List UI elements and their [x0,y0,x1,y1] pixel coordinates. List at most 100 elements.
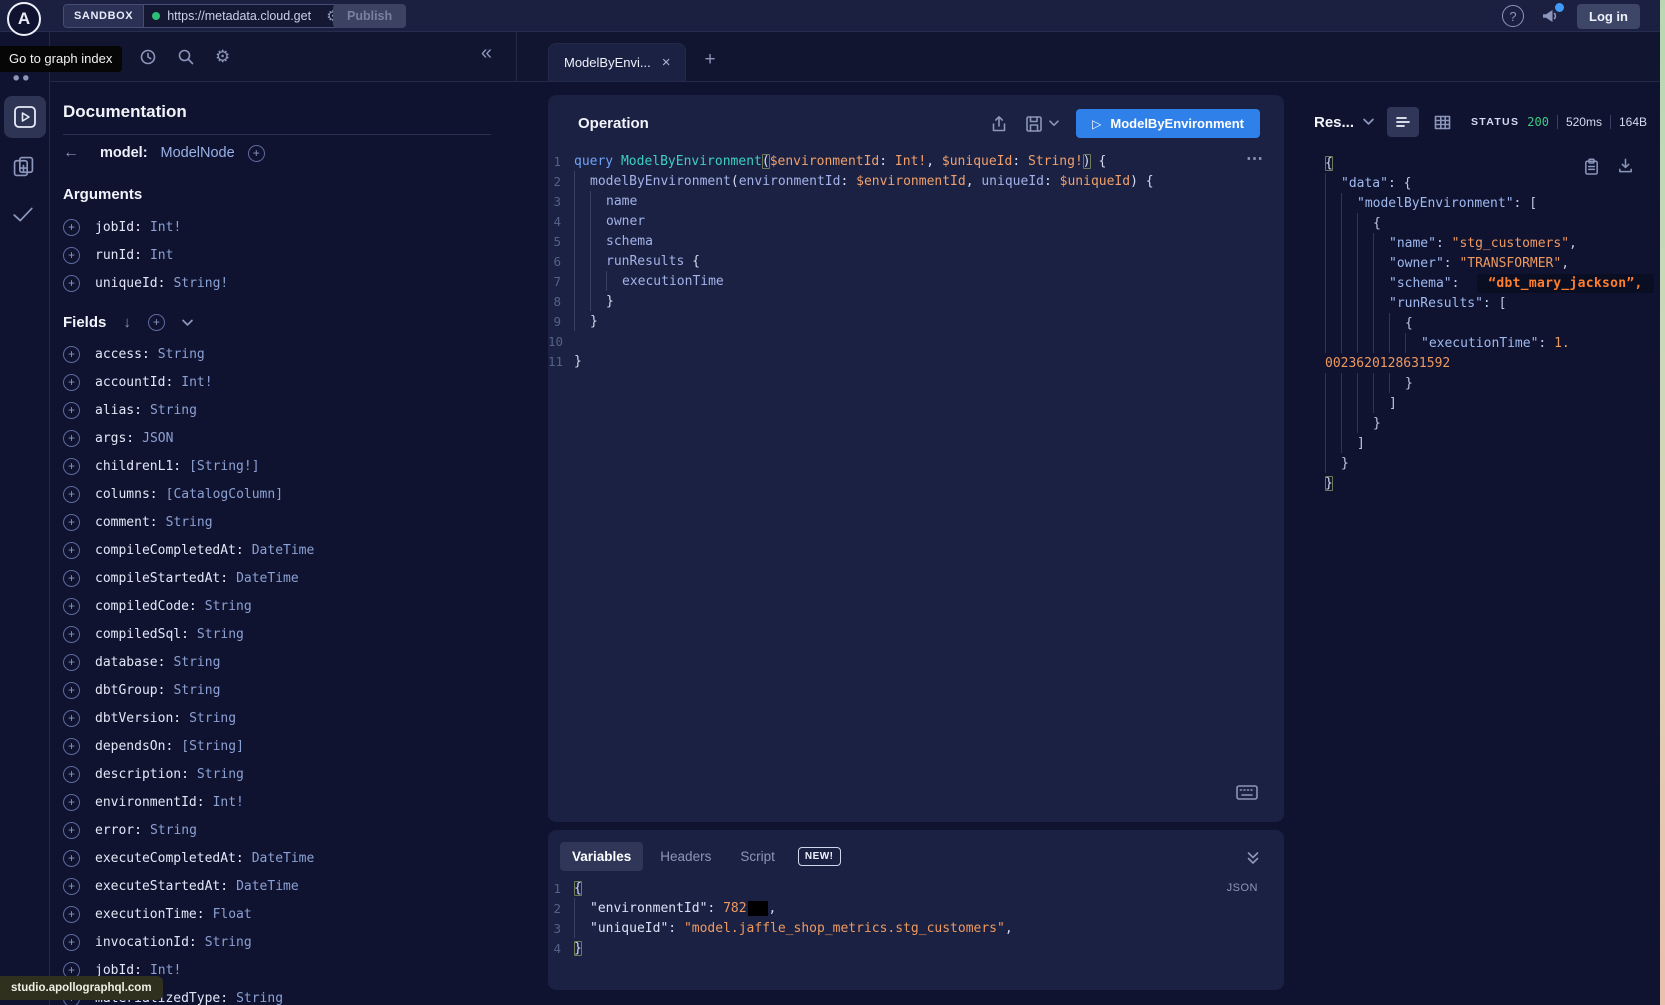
publish-button[interactable]: Publish [333,4,406,28]
code-line[interactable]: 1query ModelByEnvironment($environmentId… [548,151,1284,171]
field-name[interactable]: dependsOn: [95,739,173,754]
field-type[interactable]: Int! [181,375,212,390]
endpoint-url-text[interactable]: https://metadata.cloud.get [167,9,319,23]
field-name[interactable]: description: [95,767,189,782]
field-type[interactable]: String [205,599,252,614]
field-type[interactable]: String [173,655,220,670]
code-line[interactable]: 1{ [548,878,1284,898]
field-name[interactable]: error: [95,823,142,838]
field-name[interactable]: comment: [95,515,158,530]
field-type[interactable]: String [158,347,205,362]
add-field-icon[interactable]: + [63,346,80,363]
field-name[interactable]: compileStartedAt: [95,571,228,586]
response-title[interactable]: Res... [1314,114,1354,131]
add-field-icon[interactable]: + [63,878,80,895]
add-argument-icon[interactable]: + [63,275,80,292]
field-name[interactable]: invocationId: [95,935,197,950]
endpoint-url-input[interactable]: https://metadata.cloud.get ⚙ [144,5,356,27]
field-type[interactable]: String [205,935,252,950]
field-type[interactable]: [String] [181,739,244,754]
code-line[interactable]: 10 [548,331,1284,351]
add-all-fields-icon[interactable]: + [148,314,165,331]
add-field-icon[interactable]: + [63,682,80,699]
response-json-viewer[interactable]: {"data": {"modelByEnvironment": [{"name"… [1300,153,1661,493]
field-type[interactable]: String [189,711,236,726]
explorer-settings-icon[interactable]: ⚙ [215,48,230,65]
close-tab-icon[interactable]: × [662,54,671,71]
add-field-icon[interactable]: + [63,598,80,615]
add-argument-icon[interactable]: + [63,219,80,236]
field-type[interactable]: Int! [213,795,244,810]
code-line[interactable]: 2modelByEnvironment(environmentId: $envi… [548,171,1284,191]
add-field-icon[interactable]: + [63,710,80,727]
code-line[interactable]: 4} [548,938,1284,958]
add-field-icon[interactable]: + [63,934,80,951]
code-line[interactable]: "modelByEnvironment": [ [1325,193,1661,213]
tab-script[interactable]: Script [728,842,787,871]
argument-name[interactable]: jobId: [95,220,142,235]
tab-model-by-environment[interactable]: ModelByEnvi... × [548,43,686,81]
field-type[interactable]: String [150,823,197,838]
back-arrow-icon[interactable]: ← [63,144,87,162]
code-line[interactable]: { [1325,313,1661,333]
argument-type[interactable]: String! [173,276,228,291]
field-name[interactable]: compileCompletedAt: [95,543,244,558]
tree-view-button[interactable] [1387,107,1419,137]
code-line[interactable]: ] [1325,393,1661,413]
code-line[interactable]: } [1325,373,1661,393]
field-type[interactable]: String [150,403,197,418]
add-field-icon[interactable]: + [63,542,80,559]
copy-response-icon[interactable] [1583,157,1600,176]
code-line[interactable]: "executionTime": 1. [1325,333,1661,353]
field-name[interactable]: executeStartedAt: [95,879,228,894]
field-type[interactable]: DateTime [252,543,315,558]
table-view-button[interactable] [1428,108,1456,136]
add-field-icon[interactable]: + [63,486,80,503]
add-field-icon[interactable]: + [63,430,80,447]
field-type[interactable]: JSON [142,431,173,446]
search-icon[interactable] [177,48,195,66]
field-name[interactable]: childrenL1: [95,459,181,474]
sidebar-item-collections[interactable] [13,156,34,177]
code-line[interactable]: 3"uniqueId": "model.jaffle_shop_metrics.… [548,918,1284,938]
add-field-icon[interactable]: + [63,766,80,783]
add-argument-icon[interactable]: + [63,247,80,264]
code-line[interactable]: 3name [548,191,1284,211]
argument-name[interactable]: runId: [95,248,142,263]
field-type[interactable]: String [166,515,213,530]
run-operation-button[interactable]: ▷ ModelByEnvironment [1076,109,1260,138]
code-line[interactable]: 0023620128631592 [1325,353,1661,373]
collapse-variables-button[interactable] [1246,849,1260,865]
field-name[interactable]: executionTime: [95,907,205,922]
argument-name[interactable]: uniqueId: [95,276,165,291]
field-name[interactable]: compiledSql: [95,627,189,642]
field-type[interactable]: String [173,683,220,698]
code-line[interactable]: } [1325,453,1661,473]
add-field-icon[interactable]: + [63,794,80,811]
field-name[interactable]: accountId: [95,375,173,390]
code-line[interactable]: 11} [548,351,1284,371]
field-type[interactable]: Float [213,907,252,922]
sidebar-item-checks[interactable] [12,206,34,223]
code-line[interactable]: } [1325,413,1661,433]
field-name[interactable]: executeCompletedAt: [95,851,244,866]
share-operation-icon[interactable] [990,115,1008,133]
field-type[interactable]: [String!] [189,459,259,474]
add-field-icon[interactable]: + [63,738,80,755]
keyboard-shortcuts-icon[interactable] [1236,785,1258,800]
field-type[interactable]: DateTime [252,851,315,866]
login-button[interactable]: Log in [1577,4,1640,29]
doc-type-link[interactable]: ModelNode [161,145,235,161]
add-field-icon[interactable]: + [63,906,80,923]
field-name[interactable]: access: [95,347,150,362]
field-type[interactable]: String [197,627,244,642]
field-name[interactable]: database: [95,655,165,670]
field-type[interactable]: [CatalogColumn] [166,487,283,502]
field-type[interactable]: DateTime [236,571,299,586]
download-response-icon[interactable] [1617,157,1634,175]
field-type[interactable]: String [236,991,283,1005]
add-field-icon[interactable]: + [63,458,80,475]
code-line[interactable]: "owner": "TRANSFORMER", [1325,253,1661,273]
apollo-logo[interactable]: A [7,2,41,36]
tab-variables[interactable]: Variables [560,842,643,871]
